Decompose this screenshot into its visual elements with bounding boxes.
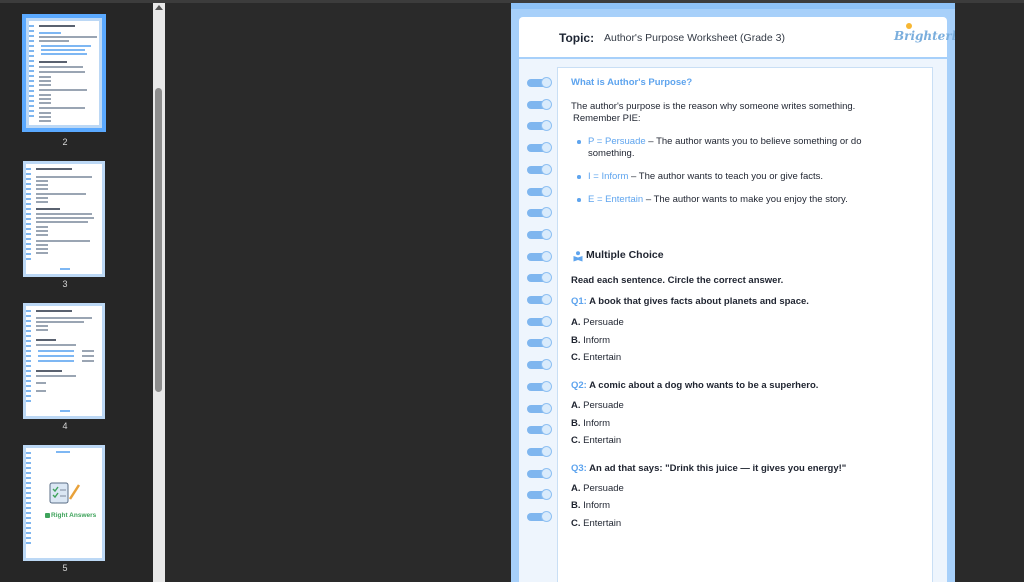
spiral-hole (541, 207, 552, 219)
thumbnail-frame[interactable] (22, 14, 106, 132)
spiral-hole (541, 380, 552, 392)
spiral-hole (541, 185, 552, 197)
pie-item-inform: I = Inform – The author wants to teach y… (588, 171, 824, 182)
bullet-icon (577, 140, 581, 144)
multiple-choice-title: Multiple Choice (586, 249, 664, 261)
q2-option-a[interactable]: A. Persuade (571, 400, 624, 412)
spiral-hole (541, 228, 552, 240)
spiral-hole (541, 489, 552, 501)
spiral-hole (541, 294, 552, 305)
spiral-hole (541, 315, 552, 327)
q3-option-c[interactable]: C. Entertain (571, 518, 621, 530)
question-3: Q3: An ad that says: "Drink this juice —… (571, 463, 847, 474)
intro-line-2: Remember PIE: (573, 113, 641, 124)
topic-title: Author's Purpose Worksheet (Grade 3) (604, 32, 785, 44)
q2-option-c[interactable]: C. Entertain (571, 435, 621, 447)
checklist-icon (49, 482, 81, 504)
q1-option-b[interactable]: B. Inform (571, 335, 610, 347)
topic-label: Topic: (559, 31, 595, 45)
pie-item-persuade-cont: something. (588, 148, 635, 159)
spiral-hole (541, 337, 552, 349)
sidebar-scrollbar[interactable] (153, 3, 165, 582)
q3-option-a[interactable]: A. Persuade (571, 483, 624, 495)
spiral-hole (541, 272, 552, 284)
spiral-hole (541, 467, 552, 479)
thumbnail-page-number: 4 (62, 421, 68, 431)
thumbnail-frame[interactable] (22, 160, 106, 278)
q1-option-a[interactable]: A. Persuade (571, 317, 624, 329)
q2-option-b[interactable]: B. Inform (571, 418, 610, 430)
spiral-hole (541, 511, 552, 522)
pie-item-entertain: E = Entertain – The author wants to make… (588, 194, 848, 205)
spiral-hole (541, 163, 552, 175)
q3-option-b[interactable]: B. Inform (571, 500, 610, 512)
bullet-icon (577, 198, 581, 202)
bullet-icon (577, 175, 581, 179)
question-2: Q2: A comic about a dog who wants to be … (571, 380, 819, 391)
mc-instruction: Read each sentence. Circle the correct a… (571, 275, 784, 286)
spiral-hole (541, 424, 552, 436)
thumbnail-page-number: 3 (62, 279, 68, 289)
pie-item-persuade: P = Persuade – The author wants you to b… (588, 136, 862, 147)
spiral-hole (541, 98, 552, 110)
q1-option-c[interactable]: C. Entertain (571, 352, 621, 364)
spiral-hole (541, 77, 552, 88)
thumbnail-caption: Right Answers (45, 512, 105, 519)
spiral-hole (541, 120, 552, 132)
spiral-hole (541, 445, 552, 457)
spiral-hole (541, 250, 552, 262)
worksheet-page: Topic: Author's Purpose Worksheet (Grade… (511, 3, 955, 582)
caret-up-icon[interactable] (155, 5, 163, 10)
document-canvas[interactable]: Topic: Author's Purpose Worksheet (Grade… (165, 3, 1024, 582)
spiral-hole (541, 142, 552, 154)
thumbnail-page-number: 2 (62, 137, 68, 147)
person-reading-icon (573, 251, 583, 262)
thumbnail-frame[interactable] (22, 302, 106, 420)
intro-line-1: The author's purpose is the reason why s… (571, 101, 856, 112)
thumbnail-sidebar: 2 3 4 Right Answers 5 (0, 3, 153, 582)
intro-heading: What is Author's Purpose? (571, 77, 693, 88)
page-header: Topic: Author's Purpose Worksheet (Grade… (519, 17, 955, 57)
spiral-hole (541, 359, 552, 371)
spiral-hole (541, 402, 552, 414)
check-square-icon (45, 512, 50, 518)
question-1: Q1: A book that gives facts about planet… (571, 296, 809, 307)
thumbnail-page-number: 5 (62, 563, 68, 573)
scrollbar-thumb[interactable] (155, 88, 162, 392)
brand-logo: Brighterly (894, 29, 955, 43)
